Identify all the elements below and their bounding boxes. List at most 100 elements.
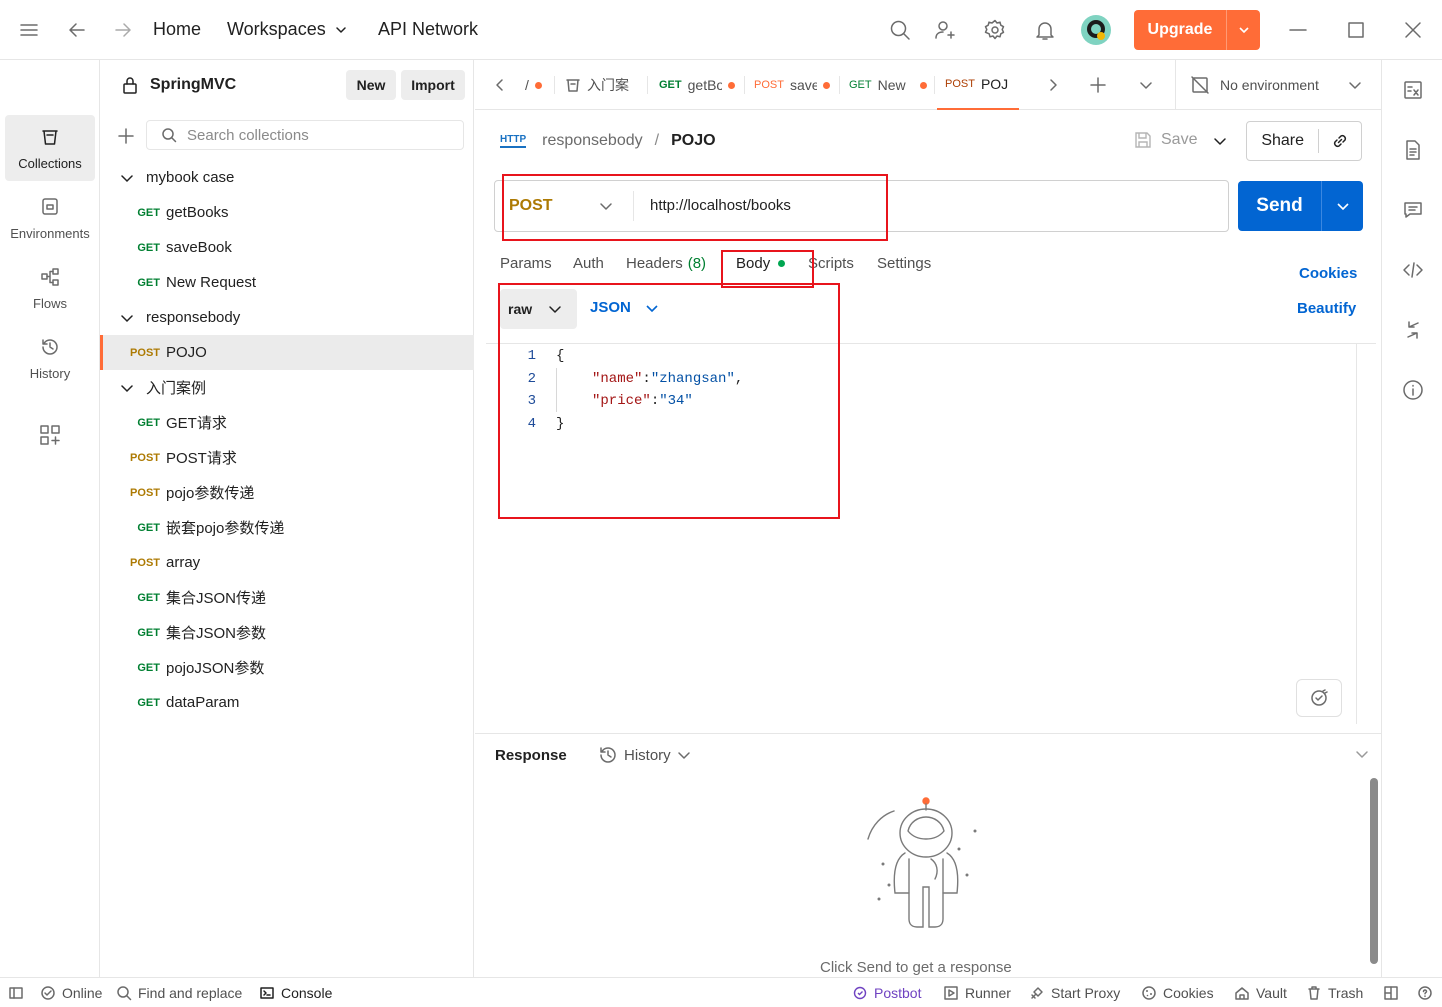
request-name[interactable]: POJO	[671, 132, 715, 150]
comments-icon[interactable]	[1402, 199, 1424, 221]
tab-auth[interactable]: Auth	[573, 255, 604, 272]
rail-history[interactable]: History	[5, 325, 95, 391]
response-scrollbar[interactable]	[1370, 778, 1378, 964]
settings-gear-icon[interactable]	[983, 18, 1007, 42]
folder-item[interactable]: mybook case	[100, 160, 474, 195]
left-rail: Collections Environments Flows History	[0, 60, 100, 977]
info-icon[interactable]	[1402, 379, 1424, 401]
maximize-icon[interactable]	[1346, 20, 1366, 40]
related-collections-icon[interactable]	[1402, 319, 1424, 341]
request-item[interactable]: GET dataParam	[100, 685, 474, 720]
search-input[interactable]	[187, 126, 447, 144]
response-history-button[interactable]: History	[598, 745, 691, 765]
tab-1[interactable]: 入门案	[565, 60, 635, 110]
chevron-left-icon[interactable]	[492, 77, 508, 93]
request-item[interactable]: GET 集合JSON参数	[100, 615, 474, 650]
save-options-chevron-icon[interactable]	[1212, 133, 1228, 149]
search-icon[interactable]	[888, 18, 912, 42]
new-button[interactable]: New	[346, 70, 396, 100]
collapse-response-chevron-icon[interactable]	[1355, 747, 1369, 761]
request-item[interactable]: POST POST请求	[100, 440, 474, 475]
invite-user-icon[interactable]	[933, 18, 957, 42]
nav-workspaces[interactable]: Workspaces	[227, 19, 348, 40]
request-item[interactable]: GET saveBook	[100, 230, 474, 265]
tab-5-active[interactable]: POST POJ	[937, 60, 1019, 110]
forward-arrow-icon[interactable]	[112, 19, 134, 41]
request-item[interactable]: GET New Request	[100, 265, 474, 300]
search-collections[interactable]	[146, 120, 464, 150]
tab-scripts[interactable]: Scripts	[808, 255, 854, 272]
request-item[interactable]: POST array	[100, 545, 474, 580]
save-button[interactable]: Save	[1133, 130, 1197, 150]
request-item[interactable]: POST POJO	[100, 335, 474, 370]
code-icon[interactable]	[1402, 259, 1424, 281]
tabs-dropdown-chevron-icon[interactable]	[1138, 77, 1154, 93]
upgrade-button[interactable]: Upgrade	[1134, 10, 1260, 50]
rail-environments[interactable]: Environments	[5, 185, 95, 251]
add-collection-icon[interactable]	[116, 126, 136, 146]
request-item[interactable]: GET 嵌套pojo参数传递	[100, 510, 474, 545]
console-button[interactable]: Console	[259, 978, 332, 1007]
tab-0[interactable]: /	[525, 60, 549, 110]
help-icon[interactable]	[1417, 978, 1433, 1007]
nav-api-network[interactable]: API Network	[378, 19, 478, 40]
request-item[interactable]: GET 集合JSON传递	[100, 580, 474, 615]
send-button[interactable]: Send	[1238, 181, 1363, 231]
rail-flows[interactable]: Flows	[5, 255, 95, 321]
chevron-down-icon[interactable]	[1227, 23, 1260, 37]
back-arrow-icon[interactable]	[66, 19, 88, 41]
layout-toggle-icon[interactable]	[1383, 978, 1399, 1007]
nav-home[interactable]: Home	[153, 19, 201, 40]
runner-icon	[943, 985, 959, 1001]
request-item[interactable]: GET getBooks	[100, 195, 474, 230]
import-button[interactable]: Import	[401, 70, 465, 100]
chevron-down-icon[interactable]	[120, 381, 134, 395]
rail-environments-label: Environments	[10, 225, 90, 241]
share-button[interactable]: Share	[1246, 121, 1362, 161]
notification-bell-icon[interactable]	[1033, 18, 1057, 42]
chevron-down-icon[interactable]	[120, 311, 134, 325]
request-item[interactable]: GET pojoJSON参数	[100, 650, 474, 685]
folder-item[interactable]: 入门案例	[100, 370, 474, 405]
online-status[interactable]: Online	[40, 978, 102, 1007]
tab-3[interactable]: POST save	[754, 60, 834, 110]
search-icon	[116, 985, 132, 1001]
send-options-chevron-icon[interactable]	[1322, 199, 1363, 213]
runner-button[interactable]: Runner	[943, 978, 1011, 1007]
vault-button[interactable]: Vault	[1234, 978, 1287, 1007]
tab-headers[interactable]: Headers (8)	[626, 255, 706, 272]
start-proxy-button[interactable]: Start Proxy	[1029, 978, 1120, 1007]
method-badge: POST	[945, 78, 975, 90]
avatar[interactable]	[1080, 14, 1112, 46]
breadcrumb-parent[interactable]: responsebody	[542, 132, 643, 150]
tab-2[interactable]: GET getBo	[659, 60, 739, 110]
headers-count: (8)	[687, 255, 707, 272]
new-tab-plus-icon[interactable]	[1088, 75, 1108, 95]
copy-link-icon[interactable]	[1319, 131, 1361, 151]
request-item[interactable]: GET GET请求	[100, 405, 474, 440]
tab-4[interactable]: GET New	[849, 60, 929, 110]
menu-icon[interactable]	[18, 20, 40, 40]
chevron-right-icon[interactable]	[1045, 77, 1061, 93]
environment-selector[interactable]: No environment	[1190, 60, 1375, 110]
cookies-link[interactable]: Cookies	[1299, 265, 1357, 282]
folder-item[interactable]: responsebody	[100, 300, 474, 335]
beautify-link[interactable]: Beautify	[1297, 300, 1356, 317]
trash-button[interactable]: Trash	[1306, 978, 1363, 1007]
cookies-button[interactable]: Cookies	[1141, 978, 1214, 1007]
chevron-down-icon[interactable]	[120, 171, 134, 185]
find-replace-button[interactable]: Find and replace	[116, 978, 242, 1007]
tab-params[interactable]: Params	[500, 255, 552, 272]
tab-settings[interactable]: Settings	[877, 255, 931, 272]
documentation-icon[interactable]	[1402, 139, 1424, 161]
add-apps-icon[interactable]	[38, 423, 62, 447]
postbot-button[interactable]: Postbot	[852, 978, 921, 1007]
method-badge: GET	[137, 521, 160, 534]
request-item[interactable]: POST pojo参数传递	[100, 475, 474, 510]
minimize-icon[interactable]	[1288, 20, 1308, 40]
rail-collections[interactable]: Collections	[5, 115, 95, 181]
close-icon[interactable]	[1403, 20, 1423, 40]
toggle-sidebar-icon[interactable]	[8, 978, 24, 1007]
variables-icon[interactable]	[1402, 79, 1424, 101]
postbot-assist-button[interactable]	[1296, 679, 1342, 717]
